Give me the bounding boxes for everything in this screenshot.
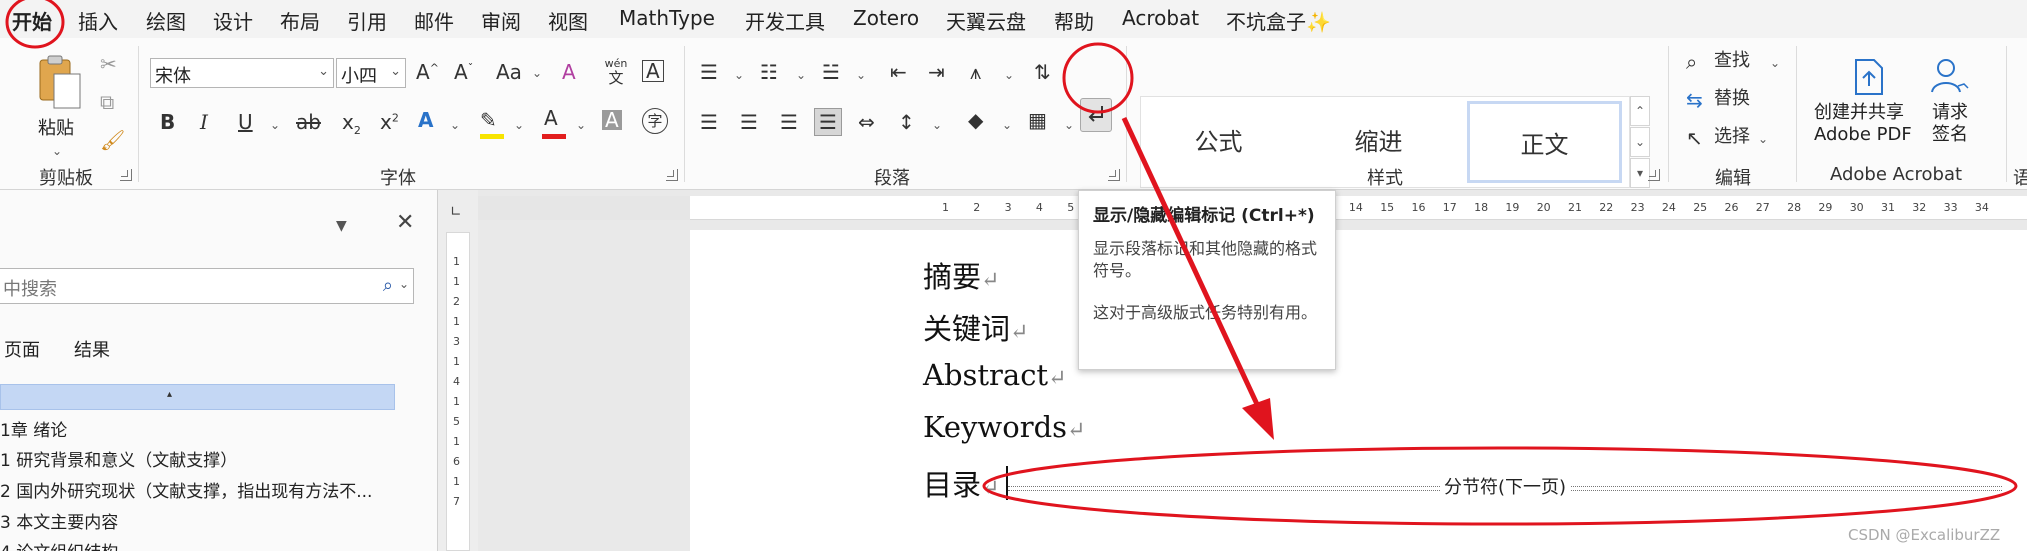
annotation-circle-pilcrow: [1062, 42, 1134, 114]
annotation-arrow-line: [1121, 116, 1265, 417]
annotation-overlay: [5, 0, 2018, 526]
annotation-ellipse-section-break: [982, 446, 2018, 526]
annotation-circle-home-tab: [5, 0, 65, 49]
annotation-arrow-head: [1242, 398, 1274, 440]
